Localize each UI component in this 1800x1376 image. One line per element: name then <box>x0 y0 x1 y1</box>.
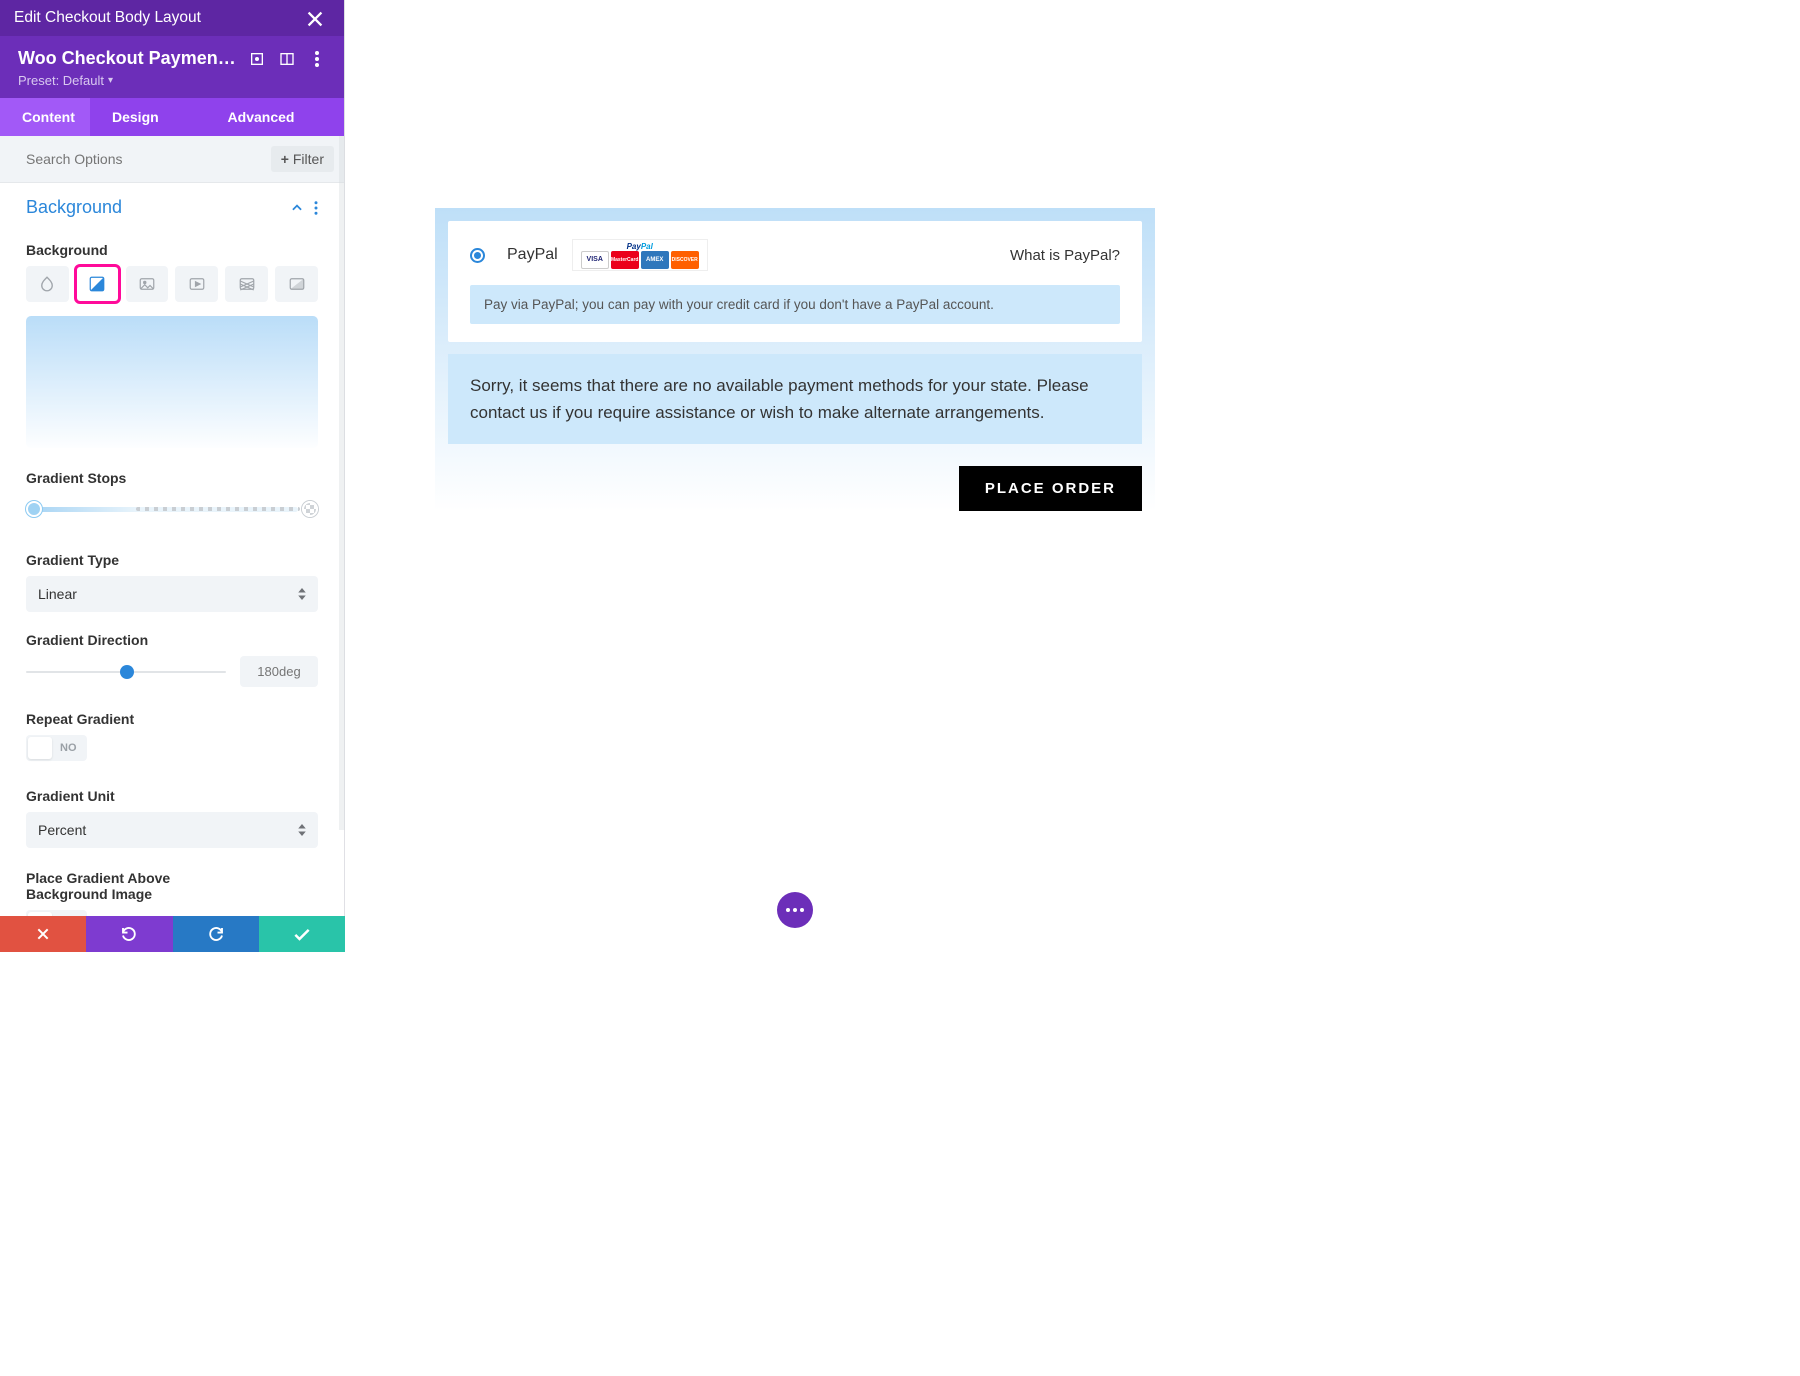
toggle-knob <box>28 737 52 759</box>
gradient-direction-input[interactable] <box>240 656 318 687</box>
payment-method-paypal: PayPal PayPal VISA MasterCard AMEX DISCO… <box>448 221 1142 342</box>
bg-tab-gradient[interactable] <box>76 266 119 302</box>
gradient-stop-end[interactable] <box>302 501 318 517</box>
label-gradient-stops: Gradient Stops <box>26 470 318 486</box>
label-background: Background <box>26 242 318 258</box>
page-settings-fab[interactable] <box>777 892 813 928</box>
search-row: + Filter <box>0 136 344 183</box>
caret-down-icon: ▾ <box>108 75 113 86</box>
settings-sidebar: Edit Checkout Body Layout Woo Checkout P… <box>0 0 345 952</box>
gradient-preview <box>26 316 318 448</box>
gradient-type-select[interactable]: Linear <box>26 576 318 612</box>
header-top-bar: Edit Checkout Body Layout <box>0 0 344 36</box>
action-bar <box>0 916 345 952</box>
module-title: Woo Checkout Payment Se... <box>18 48 236 69</box>
settings-panel: Background Background <box>0 183 344 952</box>
tab-design[interactable]: Design <box>90 98 178 136</box>
label-repeat-gradient: Repeat Gradient <box>26 711 318 727</box>
paypal-label: PayPal <box>507 246 558 264</box>
bg-tab-mask[interactable] <box>275 266 318 302</box>
gradient-type-value[interactable]: Linear <box>26 576 318 612</box>
modal-title: Edit Checkout Body Layout <box>14 9 201 27</box>
what-is-paypal-link[interactable]: What is PayPal? <box>1010 247 1120 264</box>
filter-button[interactable]: + Filter <box>271 146 334 172</box>
sidebar-header: Edit Checkout Body Layout Woo Checkout P… <box>0 0 344 136</box>
preview-canvas: PayPal PayPal VISA MasterCard AMEX DISCO… <box>345 0 1245 952</box>
bg-tab-video[interactable] <box>175 266 218 302</box>
close-button[interactable] <box>304 8 326 30</box>
background-type-tabs <box>26 266 318 302</box>
bg-tab-image[interactable] <box>126 266 169 302</box>
filter-label: Filter <box>293 151 324 167</box>
redo-button[interactable] <box>173 916 259 952</box>
search-input[interactable] <box>26 151 271 167</box>
more-icon[interactable] <box>308 50 326 68</box>
undo-button[interactable] <box>86 916 172 952</box>
gradient-unit-value[interactable]: Percent <box>26 812 318 848</box>
plus-icon: + <box>281 151 289 167</box>
repeat-gradient-toggle[interactable]: NO <box>26 735 87 761</box>
paypal-radio[interactable] <box>470 248 485 263</box>
expand-icon[interactable] <box>248 50 266 68</box>
paypal-description: Pay via PayPal; you can pay with your cr… <box>470 285 1120 324</box>
label-gradient-type: Gradient Type <box>26 552 318 568</box>
preset-label: Preset: Default <box>18 73 104 88</box>
section-header-background[interactable]: Background <box>0 183 344 228</box>
label-gradient-direction: Gradient Direction <box>26 632 318 648</box>
gradient-stops-slider[interactable] <box>26 494 318 524</box>
collapse-icon[interactable] <box>290 201 304 215</box>
settings-tabs: Content Design Advanced <box>0 98 344 136</box>
tab-advanced[interactable]: Advanced <box>178 98 344 136</box>
section-more-icon[interactable] <box>314 201 318 215</box>
gradient-direction-slider[interactable] <box>26 656 318 687</box>
direction-handle[interactable] <box>120 665 134 679</box>
bg-tab-color[interactable] <box>26 266 69 302</box>
section-title: Background <box>26 197 122 218</box>
split-view-icon[interactable] <box>278 50 296 68</box>
toggle-label: NO <box>52 742 85 754</box>
cancel-button[interactable] <box>0 916 86 952</box>
label-place-above: Place Gradient Above Background Image <box>26 870 318 902</box>
preset-selector[interactable]: Preset: Default ▾ <box>0 69 344 98</box>
checkout-module: PayPal PayPal VISA MasterCard AMEX DISCO… <box>435 208 1155 511</box>
save-button[interactable] <box>259 916 345 952</box>
gradient-unit-select[interactable]: Percent <box>26 812 318 848</box>
place-order-button[interactable]: PLACE ORDER <box>959 466 1142 511</box>
gradient-stop-start[interactable] <box>26 501 42 517</box>
bg-tab-pattern[interactable] <box>225 266 268 302</box>
tab-content[interactable]: Content <box>0 98 90 136</box>
label-gradient-unit: Gradient Unit <box>26 788 318 804</box>
paypal-cc-logos: PayPal VISA MasterCard AMEX DISCOVER <box>572 239 708 271</box>
no-payment-methods-notice: Sorry, it seems that there are no availa… <box>448 354 1142 444</box>
